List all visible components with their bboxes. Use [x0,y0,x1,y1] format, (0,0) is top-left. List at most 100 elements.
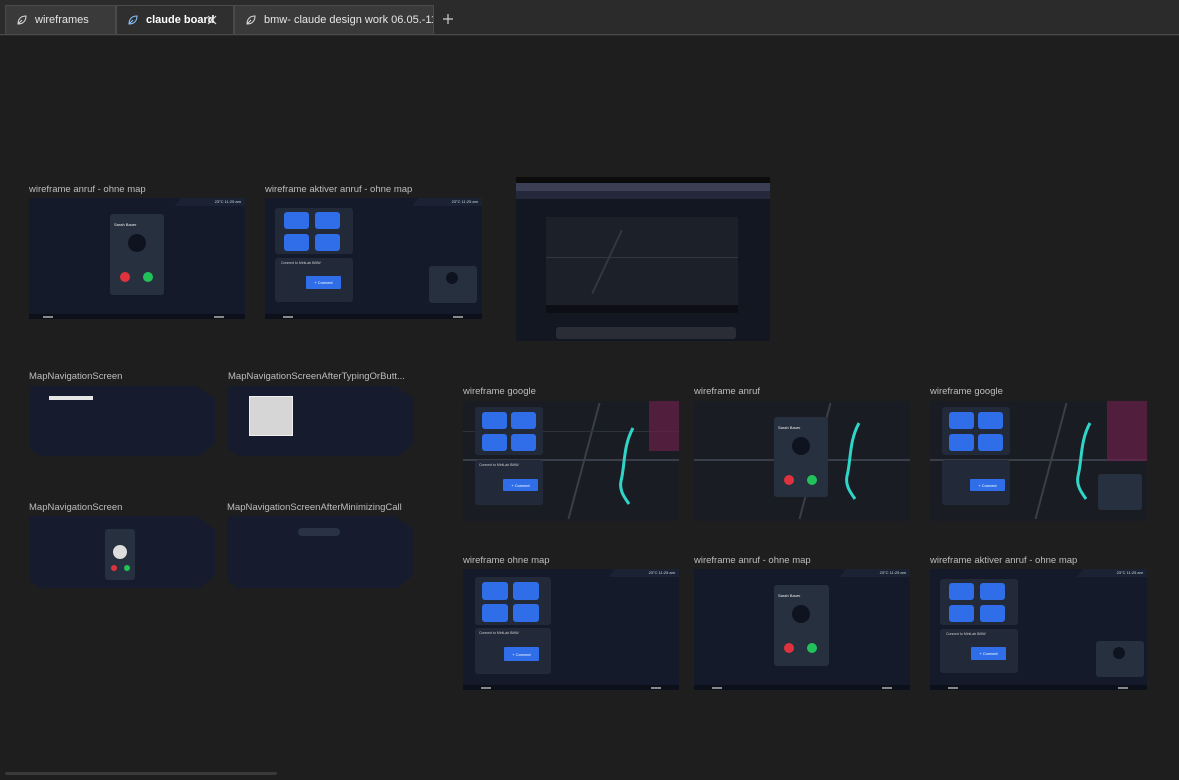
address-bar [516,191,770,199]
active-call-card [1096,641,1144,677]
route-line [1076,422,1092,500]
status-text: 23°C 11:25 am [648,570,675,575]
frame-wireframe-google-call[interactable]: + Connect [930,401,1147,521]
decline-button[interactable] [784,643,794,653]
frame-label: wireframe anruf - ohne map [29,184,146,195]
caller-name: Sarah Bauer [114,222,137,227]
app-tile[interactable] [949,605,974,622]
app-tile[interactable] [482,412,507,429]
map-highlight-area [649,401,679,451]
app-tile[interactable] [511,412,536,429]
accept-button[interactable] [807,643,817,653]
app-tile[interactable] [315,212,340,229]
tab-label: claude board [146,14,215,26]
app-tile[interactable] [949,434,974,451]
board-canvas[interactable]: wireframe anruf - ohne map 23°C 11:25 am… [0,36,1179,780]
frame-map-navigation[interactable] [29,386,215,456]
app-tile[interactable] [513,604,539,622]
call-card: Sarah Bauer [774,585,829,666]
frame-wireframe-aktiver-anruf[interactable]: 23°C 11:25 am Connect to MiniLab BMW + C… [265,198,482,319]
frame-label: wireframe aktiver anruf - ohne map [930,555,1078,566]
frame-label: MapNavigationScreenAfterMinimizingCall [227,502,402,513]
connect-button[interactable]: + Connect [971,647,1006,660]
call-card: Sarah Bauer [110,214,164,295]
app-tile[interactable] [978,412,1003,429]
browser-tabs [516,183,770,191]
tab-label: bmw- claude design work 06.05.-11.0 [264,14,434,26]
accept-button[interactable] [124,565,130,571]
connect-button[interactable]: + Connect [504,647,539,661]
call-card [105,529,135,580]
avatar [1113,647,1125,659]
frame-label: wireframe ohne map [463,555,550,566]
decline-button[interactable] [111,565,117,571]
connect-button[interactable]: + Connect [306,276,341,289]
status-text: 23°C 11:25 am [451,199,478,204]
map-highlight-area [1107,401,1147,461]
plus-icon[interactable] [440,11,456,27]
accept-button[interactable] [807,475,817,485]
app-tile[interactable] [949,583,974,600]
close-icon[interactable] [206,14,218,26]
tab-divider [0,34,1179,35]
frame-wireframe-anruf-ohne-map-2[interactable]: 23°C 11:25 am Sarah Bauer [694,569,910,690]
accept-button[interactable] [143,272,153,282]
frame-wireframe-ohne-map[interactable]: 23°C 11:25 am Connect to MiniLab BMW + C… [463,569,679,690]
app-tile[interactable] [949,412,974,429]
app-tile[interactable] [511,434,536,451]
search-input[interactable] [49,396,93,400]
frame-wireframe-anruf[interactable]: Sarah Bauer [694,401,910,521]
avatar [128,234,146,252]
avatar [792,605,810,623]
frame-label: wireframe aktiver anruf - ohne map [265,184,413,195]
app-tile[interactable] [482,582,508,600]
connect-title: Connect to MiniLab BMW [479,463,519,467]
active-call-card [1098,474,1142,510]
leaf-icon [246,15,256,25]
frame-map-navigation-call[interactable] [29,516,215,588]
app-tile[interactable] [284,212,309,229]
frame-wireframe-google[interactable]: Connect to MiniLab BMW + Connect [463,401,679,521]
app-tile[interactable] [978,434,1003,451]
bottom-bar [265,314,482,319]
mac-dock [556,327,736,339]
frame-label: MapNavigationScreenAfterTypingOrButt... [228,371,405,382]
connect-button[interactable]: + Connect [503,479,538,491]
app-tile[interactable] [980,583,1005,600]
frame-label: wireframe anruf [694,386,760,397]
avatar [113,545,127,559]
tab-claude-board[interactable]: claude board [116,5,234,35]
connect-button[interactable]: + Connect [970,479,1005,491]
dock-controls [546,305,738,313]
app-tile[interactable] [513,582,539,600]
leaf-icon [128,15,138,25]
map-preview [546,217,738,311]
frame-wireframe-anruf-ohne-map[interactable]: 23°C 11:25 am Sarah Bauer [29,198,245,319]
bottom-bar [463,685,679,690]
desktop-screenshot[interactable] [516,177,770,341]
frame-label: wireframe anruf - ohne map [694,555,811,566]
frame-map-after-minimizing-call[interactable] [227,516,413,588]
app-tile[interactable] [482,434,507,451]
tab-wireframes[interactable]: wireframes [5,5,116,35]
app-tile[interactable] [980,605,1005,622]
tab-bar: wireframes claude board bmw- claude desi… [0,0,1179,36]
minimized-call-pill[interactable] [298,528,340,536]
frame-wireframe-aktiver-anruf-2[interactable]: 23°C 11:25 am Connect to MiniLab BMW + C… [930,569,1147,690]
frame-map-after-typing[interactable] [228,386,414,456]
connect-title: Connect to MiniLab BMW [281,261,321,265]
decline-button[interactable] [784,475,794,485]
frame-label: MapNavigationScreen [29,371,123,382]
frame-label: wireframe google [930,386,1003,397]
route-line [845,422,861,500]
decline-button[interactable] [120,272,130,282]
horizontal-scrollbar[interactable] [5,772,277,775]
call-card: Sarah Bauer [774,417,828,497]
leaf-icon [17,15,27,25]
tab-bmw-design-work[interactable]: bmw- claude design work 06.05.-11.0 [234,5,434,35]
suggestion-dropdown[interactable] [249,396,293,436]
app-tile[interactable] [315,234,340,251]
frame-label: MapNavigationScreen [29,502,123,513]
app-tile[interactable] [482,604,508,622]
app-tile[interactable] [284,234,309,251]
